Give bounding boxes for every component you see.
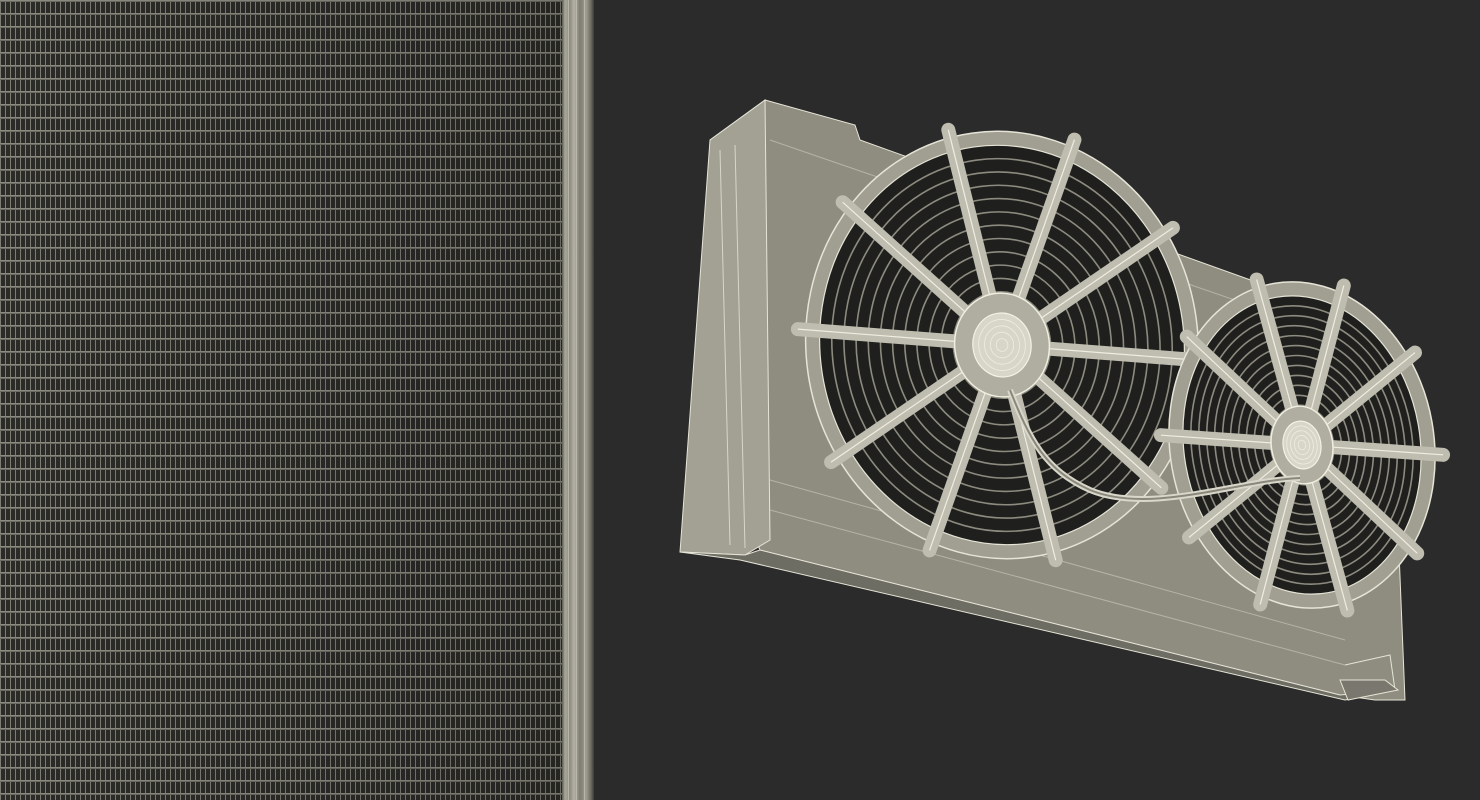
fan-assembly-wireframe [679,99,1451,701]
render-scene [0,0,1480,800]
